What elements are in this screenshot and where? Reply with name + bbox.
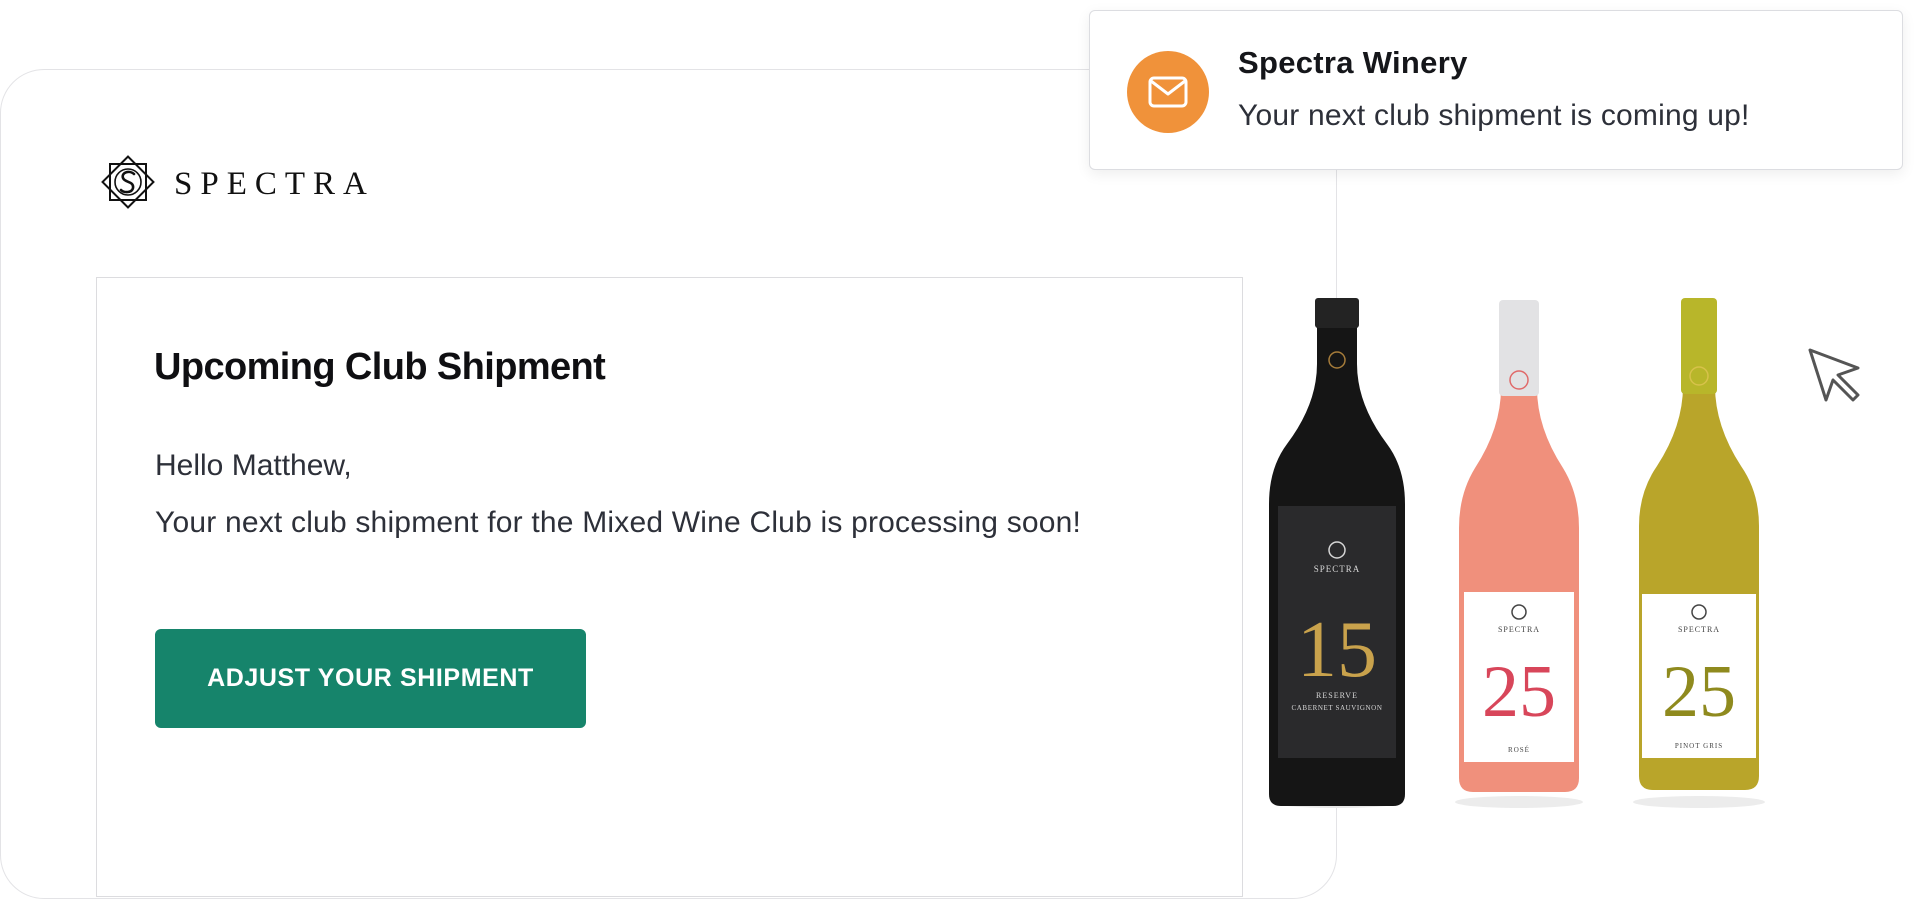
greeting-text: Hello Matthew, (155, 449, 352, 482)
bottle-2-brand: SPECTRA (1498, 625, 1540, 634)
wine-bottles: SPECTRA 15 RESERVE CABERNET SAUVIGNON SP… (1250, 290, 1790, 810)
email-body-text: Your next club shipment for the Mixed Wi… (155, 506, 1082, 539)
bottle-3-line1: PINOT GRIS (1675, 742, 1723, 750)
bottle-2-number: 25 (1482, 651, 1556, 733)
email-title: Upcoming Club Shipment (154, 346, 606, 388)
bottle-2-line1: ROSÉ (1508, 746, 1530, 754)
bottle-3-brand: SPECTRA (1678, 625, 1720, 634)
adjust-shipment-button[interactable]: ADJUST YOUR SHIPMENT (155, 629, 586, 728)
bottle-1-line1: RESERVE (1316, 691, 1358, 700)
notification-toast[interactable]: Spectra Winery Your next club shipment i… (1089, 10, 1903, 170)
notification-message: Your next club shipment is coming up! (1238, 99, 1750, 132)
bottle-cabernet-image: SPECTRA 15 RESERVE CABERNET SAUVIGNON (1269, 298, 1405, 808)
bottle-pinot-gris-image: SPECTRA 25 PINOT GRIS (1633, 298, 1765, 808)
mouse-cursor-icon (1808, 348, 1860, 402)
brand-name: SPECTRA (174, 165, 375, 202)
bottle-1-line2: CABERNET SAUVIGNON (1292, 704, 1383, 712)
bottle-1-brand: SPECTRA (1314, 564, 1361, 574)
message-box: Upcoming Club Shipment Hello Matthew, Yo… (96, 277, 1243, 897)
bottle-rose-image: SPECTRA 25 ROSÉ (1455, 300, 1583, 808)
spectra-diamond-logo-icon (101, 155, 155, 209)
bottle-3-number: 25 (1662, 651, 1736, 733)
mail-icon (1148, 76, 1188, 108)
bottle-1-number: 15 (1297, 606, 1377, 694)
notification-avatar (1127, 51, 1209, 133)
notification-title: Spectra Winery (1238, 45, 1468, 80)
spectra-logo: SPECTRA (94, 148, 375, 216)
